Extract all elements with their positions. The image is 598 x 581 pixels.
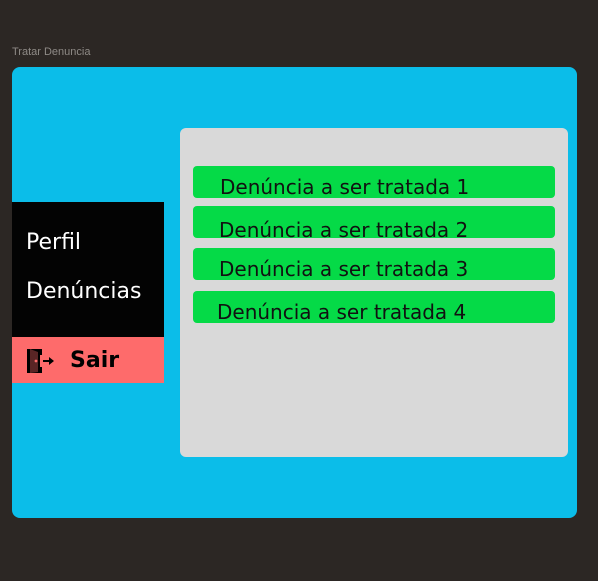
logout-button[interactable]: Sair xyxy=(12,337,164,383)
sidebar: Perfil Denúncias Sair xyxy=(12,202,164,383)
frame-label: Tratar Denuncia xyxy=(12,46,91,58)
report-item-label: Denúncia a ser tratada 4 xyxy=(217,300,467,324)
report-item-2[interactable]: Denúncia a ser tratada 2 xyxy=(193,206,555,242)
logout-label: Sair xyxy=(70,348,120,373)
report-item-label: Denúncia a ser tratada 3 xyxy=(219,257,469,281)
report-item-label: Denúncia a ser tratada 1 xyxy=(220,175,470,199)
reports-panel: Denúncia a ser tratada 1 Denúncia a ser … xyxy=(180,128,568,457)
door-exit-icon xyxy=(27,349,54,373)
sidebar-item-denuncias[interactable]: Denúncias xyxy=(26,279,141,304)
report-item-3[interactable]: Denúncia a ser tratada 3 xyxy=(193,248,555,281)
report-item-4[interactable]: Denúncia a ser tratada 4 xyxy=(193,291,555,324)
sidebar-item-perfil[interactable]: Perfil xyxy=(26,230,81,255)
report-item-1[interactable]: Denúncia a ser tratada 1 xyxy=(193,166,555,199)
report-item-label: Denúncia a ser tratada 2 xyxy=(219,218,469,242)
